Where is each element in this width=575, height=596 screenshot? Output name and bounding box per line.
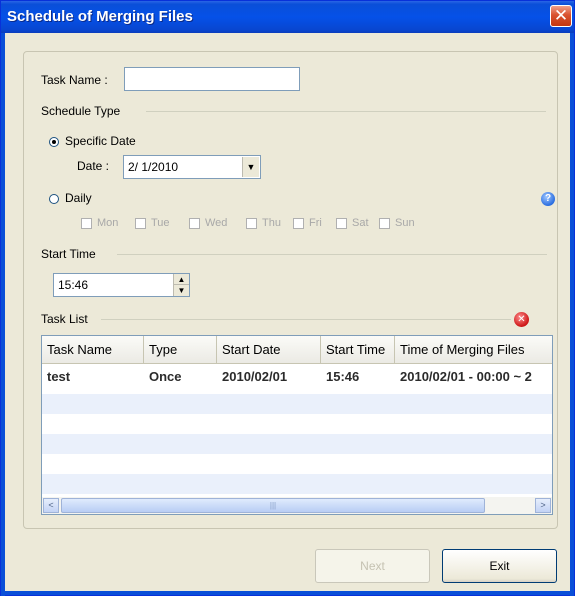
empty-row	[42, 474, 552, 494]
time-spinner[interactable]: ▲ ▼	[173, 274, 189, 296]
dialog-title: Schedule of Merging Files	[7, 8, 193, 25]
cell-type: Once	[149, 369, 182, 384]
day-checkbox-thu[interactable]	[246, 218, 257, 229]
title-bar[interactable]: Schedule of Merging Files ✕	[1, 1, 574, 33]
date-value: 2/ 1/2010	[128, 160, 179, 174]
delete-glyph: ✕	[517, 314, 526, 325]
daily-radio[interactable]	[49, 194, 59, 204]
close-button[interactable]: ✕	[550, 5, 572, 27]
scroll-left-icon[interactable]: <	[43, 498, 59, 513]
start-time-legend: Start Time	[41, 247, 99, 261]
task-name-label: Task Name :	[41, 73, 108, 87]
start-time-divider	[117, 254, 547, 255]
close-icon: ✕	[553, 6, 569, 25]
column-header-start-time[interactable]: Start Time	[321, 336, 395, 364]
scrollbar-thumb[interactable]: |||	[61, 498, 485, 513]
day-checkbox-tue[interactable]	[135, 218, 146, 229]
cell-start-date: 2010/02/01	[222, 369, 288, 384]
day-label-tue: Tue	[151, 217, 170, 229]
empty-row	[42, 394, 552, 414]
next-button[interactable]: Next	[315, 549, 430, 583]
schedule-dialog: Schedule of Merging Files ✕ Task Name : …	[0, 0, 575, 596]
task-list-legend: Task List	[41, 312, 91, 326]
column-header-type[interactable]: Type	[144, 336, 217, 364]
start-time-input[interactable]: 15:46 ▲ ▼	[53, 273, 190, 297]
column-header-merging-time[interactable]: Time of Merging Files	[395, 336, 552, 364]
task-name-input[interactable]	[124, 67, 300, 91]
day-label-sun: Sun	[395, 217, 415, 229]
window-border-bottom	[1, 591, 574, 595]
daily-label: Daily	[65, 191, 92, 205]
scroll-right-icon[interactable]: >	[535, 498, 551, 513]
help-icon[interactable]: ?	[541, 192, 555, 206]
task-list-table: Task Name Type Start Date Start Time Tim…	[41, 335, 553, 515]
start-time-value: 15:46	[58, 278, 89, 292]
day-label-fri: Fri	[309, 217, 322, 229]
spinner-up-icon[interactable]: ▲	[174, 274, 189, 285]
day-label-sat: Sat	[352, 217, 369, 229]
spinner-down-icon[interactable]: ▼	[174, 285, 189, 296]
empty-row	[42, 434, 552, 454]
day-checkbox-wed[interactable]	[189, 218, 200, 229]
day-checkbox-sat[interactable]	[336, 218, 347, 229]
window-border-right	[570, 33, 574, 596]
date-picker[interactable]: 2/ 1/2010 ▼	[123, 155, 261, 179]
day-checkbox-sun[interactable]	[379, 218, 390, 229]
exit-button[interactable]: Exit	[442, 549, 557, 583]
cell-start-time: 15:46	[326, 369, 360, 384]
day-checkbox-fri[interactable]	[293, 218, 304, 229]
help-glyph: ?	[544, 193, 552, 204]
column-header-task-name[interactable]: Task Name	[42, 336, 144, 364]
day-label-thu: Thu	[262, 217, 281, 229]
specific-date-radio[interactable]	[49, 137, 59, 147]
day-label-mon: Mon	[97, 217, 119, 229]
cell-task-name: test	[47, 369, 71, 384]
horizontal-scrollbar[interactable]: < ||| >	[42, 497, 552, 514]
date-label: Date :	[77, 159, 110, 173]
specific-date-label: Specific Date	[65, 134, 136, 148]
day-label-wed: Wed	[205, 217, 228, 229]
column-header-start-date[interactable]: Start Date	[217, 336, 321, 364]
schedule-type-divider	[146, 111, 546, 112]
delete-task-icon[interactable]: ✕	[514, 312, 529, 327]
cell-merging-time: 2010/02/01 - 00:00 ~ 2	[400, 369, 532, 384]
schedule-type-legend: Schedule Type	[41, 104, 124, 118]
task-list-divider	[101, 319, 511, 320]
day-checkbox-mon[interactable]	[81, 218, 92, 229]
window-border-left	[1, 33, 5, 596]
chevron-down-icon[interactable]: ▼	[242, 157, 259, 177]
